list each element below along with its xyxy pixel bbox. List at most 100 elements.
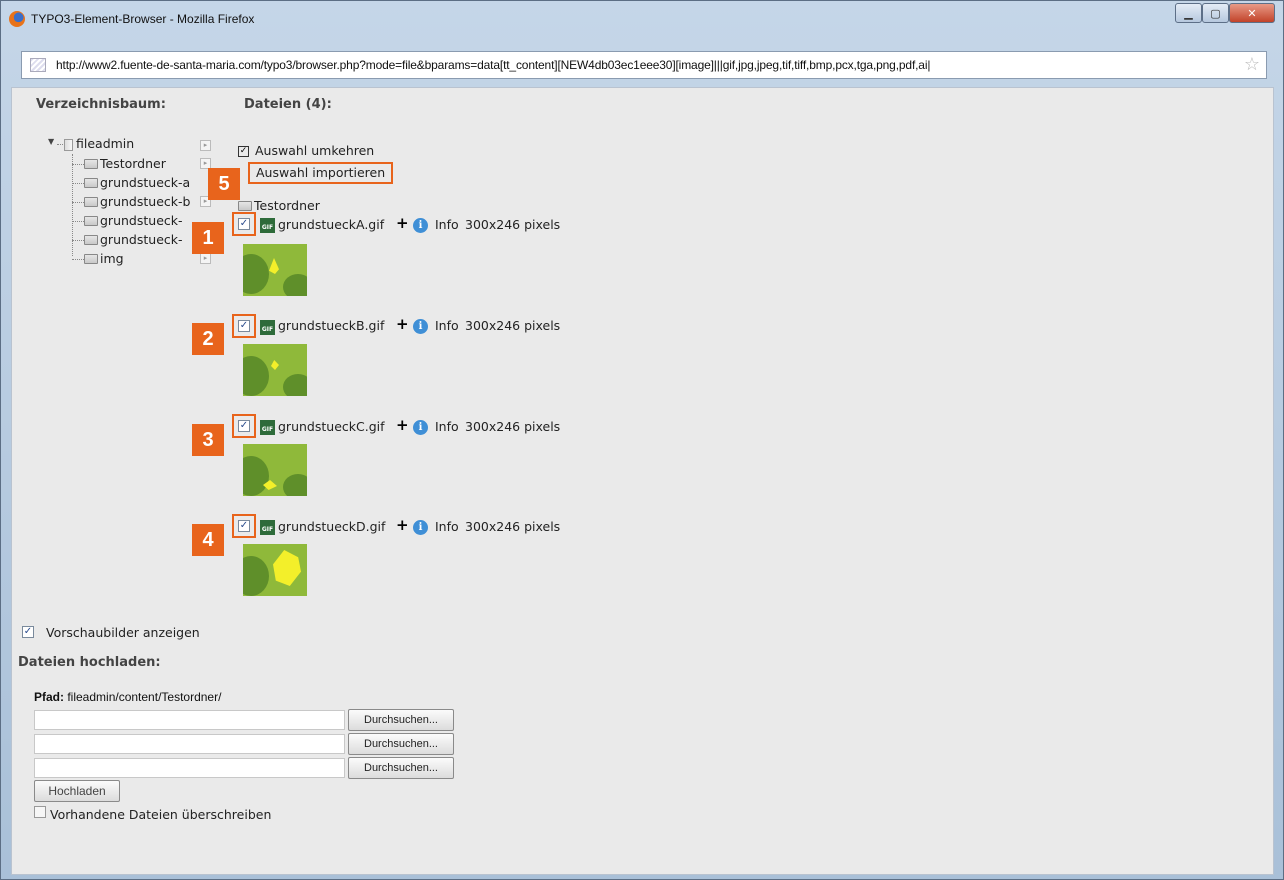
tree-root[interactable]: fileadmin <box>76 136 134 151</box>
thumbnail-d[interactable] <box>243 544 307 596</box>
tree-item-label: grundstueck- <box>100 232 183 247</box>
file-name-b[interactable]: grundstueckB.gif <box>278 318 384 333</box>
upload-file-input-3[interactable] <box>34 758 345 778</box>
tree-connector <box>72 221 84 222</box>
minimize-button[interactable]: ▁ <box>1175 3 1202 23</box>
overwrite-label: Vorhandene Dateien überschreiben <box>50 807 272 822</box>
file-name-c[interactable]: grundstueckC.gif <box>278 419 385 434</box>
file-checkbox-a[interactable]: ✓ <box>238 218 250 230</box>
page-content: Verzeichnisbaum: Dateien (4): ▼ fileadmi… <box>11 87 1274 875</box>
file-info-label[interactable]: Info <box>435 217 459 232</box>
file-checkbox-b[interactable]: ✓ <box>238 320 250 332</box>
upload-heading: Dateien hochladen: <box>18 655 161 670</box>
gif-file-icon: GIF <box>260 218 275 233</box>
tree-item-label: img <box>100 251 124 266</box>
tree-item-label: grundstueck-a <box>100 175 191 190</box>
path-label: Pfad: <box>34 690 64 704</box>
expand-icon[interactable]: ▸ <box>200 140 211 151</box>
add-file-button[interactable]: + <box>396 214 409 232</box>
gif-file-icon: GIF <box>260 420 275 435</box>
file-info-label[interactable]: Info <box>435 318 459 333</box>
browse-button-1[interactable]: Durchsuchen... <box>348 709 454 731</box>
tree-connector <box>72 183 84 184</box>
step-badge-4: 4 <box>192 524 224 556</box>
tree-item-label: grundstueck- <box>100 213 183 228</box>
tree-heading: Verzeichnisbaum: <box>36 97 166 112</box>
close-button[interactable]: ✕ <box>1229 3 1275 23</box>
tree-item-grundstueck-a[interactable]: grundstueck-a <box>84 175 190 190</box>
site-icon <box>30 58 46 72</box>
tree-item-grundstueck-c[interactable]: grundstueck- <box>84 213 183 228</box>
folder-icon <box>84 235 98 245</box>
info-icon[interactable]: i <box>413 520 428 535</box>
tree-connector <box>72 240 84 241</box>
expand-icon[interactable]: ▸ <box>200 253 211 264</box>
folder-icon <box>84 254 98 264</box>
thumbnail-a[interactable] <box>243 244 307 296</box>
file-name-d[interactable]: grundstueckD.gif <box>278 519 385 534</box>
step-badge-3: 3 <box>192 424 224 456</box>
add-file-button[interactable]: + <box>396 416 409 434</box>
browser-window: TYPO3-Element-Browser - Mozilla Firefox … <box>0 0 1284 880</box>
file-dims-a: 300x246 pixels <box>465 217 561 232</box>
add-file-button[interactable]: + <box>396 315 409 333</box>
tree-item-grundstueck-b[interactable]: grundstueck-b <box>84 194 190 209</box>
file-info-label[interactable]: Info <box>435 419 459 434</box>
thumbnail-b[interactable] <box>243 344 307 396</box>
gif-file-icon: GIF <box>260 520 275 535</box>
path-value: fileadmin/content/Testordner/ <box>67 690 222 704</box>
overwrite-checkbox[interactable] <box>34 806 46 818</box>
window-title: TYPO3-Element-Browser - Mozilla Firefox <box>31 12 255 26</box>
folder-icon <box>84 216 98 226</box>
step-badge-1: 1 <box>192 222 224 254</box>
upload-button[interactable]: Hochladen <box>34 780 120 802</box>
folder-icon <box>84 178 98 188</box>
file-dims-b: 300x246 pixels <box>465 318 561 333</box>
subfolder-label: Testordner <box>254 198 320 213</box>
add-file-button[interactable]: + <box>396 516 409 534</box>
tree-connector <box>72 202 84 203</box>
bookmark-star-icon[interactable]: ☆ <box>1244 54 1260 75</box>
upload-file-input-1[interactable] <box>34 710 345 730</box>
thumbnail-c[interactable] <box>243 444 307 496</box>
info-icon[interactable]: i <box>413 319 428 334</box>
step-badge-2: 2 <box>192 323 224 355</box>
subfolder-testordner[interactable]: Testordner <box>238 198 320 213</box>
upload-path: Pfad: fileadmin/content/Testordner/ <box>34 690 221 704</box>
tree-item-label: Testordner <box>100 156 166 171</box>
tree-item-grundstueck-d[interactable]: grundstueck- <box>84 232 183 247</box>
gif-file-icon: GIF <box>260 320 275 335</box>
file-dims-c: 300x246 pixels <box>465 419 561 434</box>
tree-connector <box>72 259 84 260</box>
file-checkbox-d[interactable]: ✓ <box>238 520 250 532</box>
folder-icon <box>238 201 252 211</box>
tree-item-img[interactable]: img <box>84 251 124 266</box>
folder-icon <box>84 197 98 207</box>
invert-selection-link[interactable]: Auswahl umkehren <box>255 143 374 158</box>
file-name-a[interactable]: grundstueckA.gif <box>278 217 384 232</box>
maximize-button[interactable]: ▢ <box>1202 3 1229 23</box>
tree-item-label: grundstueck-b <box>100 194 191 209</box>
invert-selection-icon[interactable]: ✓ <box>238 146 249 157</box>
browse-button-2[interactable]: Durchsuchen... <box>348 733 454 755</box>
firefox-logo-icon <box>9 11 25 27</box>
file-checkbox-c[interactable]: ✓ <box>238 420 250 432</box>
folder-icon <box>84 159 98 169</box>
file-dims-d: 300x246 pixels <box>465 519 561 534</box>
browse-button-3[interactable]: Durchsuchen... <box>348 757 454 779</box>
tree-item-testordner[interactable]: Testordner <box>84 156 166 171</box>
window-controls: ▁ ▢ ✕ <box>1175 3 1275 23</box>
info-icon[interactable]: i <box>413 218 428 233</box>
title-bar: TYPO3-Element-Browser - Mozilla Firefox … <box>1 1 1283 39</box>
collapse-arrow-icon[interactable]: ▼ <box>48 137 54 146</box>
root-folder-icon <box>64 139 73 151</box>
file-info-label[interactable]: Info <box>435 519 459 534</box>
files-heading: Dateien (4): <box>244 97 332 112</box>
info-icon[interactable]: i <box>413 420 428 435</box>
upload-file-input-2[interactable] <box>34 734 345 754</box>
import-selection-link[interactable]: Auswahl importieren <box>256 165 385 180</box>
tree-connector <box>72 164 84 165</box>
url-text[interactable]: http://www2.fuente-de-santa-maria.com/ty… <box>56 58 930 72</box>
preview-checkbox[interactable]: ✓ <box>22 626 34 638</box>
address-bar[interactable]: http://www2.fuente-de-santa-maria.com/ty… <box>21 51 1267 79</box>
